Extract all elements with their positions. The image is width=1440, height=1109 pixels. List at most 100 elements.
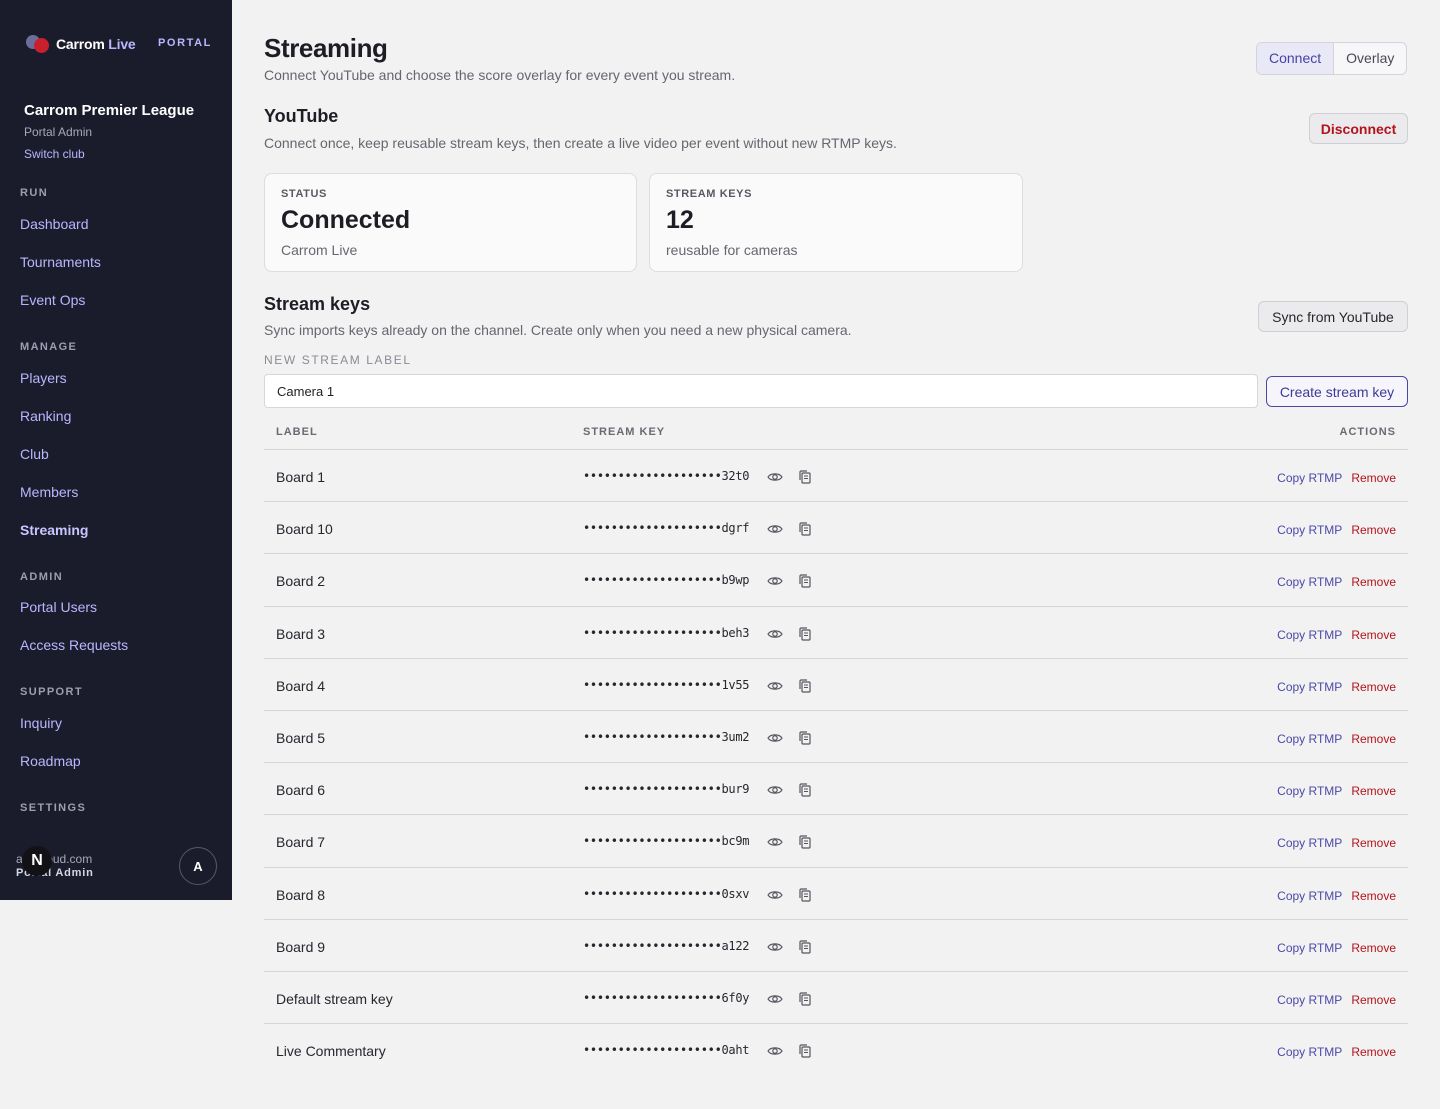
switch-club-link[interactable]: Switch club: [24, 147, 194, 161]
n-badge[interactable]: N: [22, 846, 52, 876]
sidebar-item-dashboard[interactable]: Dashboard: [20, 216, 89, 232]
sync-from-youtube-button[interactable]: Sync from YouTube: [1258, 301, 1408, 332]
eye-icon[interactable]: [766, 886, 784, 904]
copy-rtmp-link[interactable]: Copy RTMP: [1277, 575, 1342, 589]
copy-rtmp-link[interactable]: Copy RTMP: [1277, 889, 1342, 903]
sidebar-item-portal-users[interactable]: Portal Users: [20, 599, 97, 615]
sidebar-item-access-requests[interactable]: Access Requests: [20, 637, 128, 653]
remove-link[interactable]: Remove: [1351, 993, 1396, 1007]
remove-link[interactable]: Remove: [1351, 941, 1396, 955]
copy-icon[interactable]: [796, 938, 814, 956]
table-row: Live Commentary ••••••••••••••••••••0aht…: [264, 1024, 1408, 1076]
stream-label: Board 5: [276, 729, 326, 746]
brand-name: Carrom Live: [56, 36, 136, 52]
remove-link[interactable]: Remove: [1351, 1045, 1396, 1059]
eye-icon[interactable]: [766, 1042, 784, 1060]
table-row: Board 5 ••••••••••••••••••••3um2 Copy RT…: [264, 711, 1408, 764]
copy-icon[interactable]: [796, 677, 814, 695]
page-subtitle: Connect YouTube and choose the score ove…: [264, 67, 736, 83]
avatar[interactable]: A: [179, 847, 217, 885]
copy-rtmp-link[interactable]: Copy RTMP: [1277, 628, 1342, 642]
eye-icon[interactable]: [766, 729, 784, 747]
remove-link[interactable]: Remove: [1351, 784, 1396, 798]
club-name: Carrom Premier League: [24, 102, 195, 119]
club-block: Carrom Premier League Portal Admin Switc…: [24, 102, 194, 161]
eye-icon[interactable]: [766, 625, 784, 643]
eye-icon[interactable]: [766, 468, 784, 486]
remove-link[interactable]: Remove: [1351, 523, 1396, 537]
table-row: Default stream key ••••••••••••••••••••6…: [264, 972, 1408, 1025]
eye-icon[interactable]: [766, 938, 784, 956]
nav-section-settings: SETTINGS: [20, 802, 87, 814]
copy-rtmp-link[interactable]: Copy RTMP: [1277, 523, 1342, 537]
remove-link[interactable]: Remove: [1351, 471, 1396, 485]
row-actions: Copy RTMP Remove: [1277, 471, 1396, 485]
club-role: Portal Admin: [24, 125, 93, 139]
eye-icon[interactable]: [766, 520, 784, 538]
stream-key-masked: ••••••••••••••••••••1v55: [583, 677, 750, 692]
eye-icon[interactable]: [766, 990, 784, 1008]
stream-label: Board 8: [276, 886, 326, 903]
copy-rtmp-link[interactable]: Copy RTMP: [1277, 993, 1342, 1007]
copy-icon[interactable]: [796, 468, 814, 486]
eye-icon[interactable]: [766, 677, 784, 695]
copy-rtmp-link[interactable]: Copy RTMP: [1277, 732, 1342, 746]
sidebar-item-players[interactable]: Players: [20, 370, 67, 386]
remove-link[interactable]: Remove: [1351, 575, 1396, 589]
copy-icon[interactable]: [796, 886, 814, 904]
stream-keys-subtitle: Sync imports keys already on the channel…: [264, 322, 852, 338]
table-row: Board 8 ••••••••••••••••••••0sxv Copy RT…: [264, 868, 1408, 920]
eye-icon[interactable]: [766, 833, 784, 851]
copy-rtmp-link[interactable]: Copy RTMP: [1277, 784, 1342, 798]
row-actions: Copy RTMP Remove: [1277, 575, 1396, 589]
sidebar-item-roadmap[interactable]: Roadmap: [20, 753, 81, 769]
eye-icon[interactable]: [766, 781, 784, 799]
brand[interactable]: Carrom Live: [26, 33, 136, 55]
stream-key-masked: ••••••••••••••••••••dgrf: [583, 521, 750, 536]
copy-icon[interactable]: [796, 833, 814, 851]
sidebar-item-club[interactable]: Club: [20, 446, 49, 462]
copy-icon[interactable]: [796, 990, 814, 1008]
row-actions: Copy RTMP Remove: [1277, 628, 1396, 642]
copy-icon[interactable]: [796, 625, 814, 643]
tab-overlay[interactable]: Overlay: [1334, 43, 1406, 74]
copy-rtmp-link[interactable]: Copy RTMP: [1277, 836, 1342, 850]
remove-link[interactable]: Remove: [1351, 889, 1396, 903]
eye-icon[interactable]: [766, 572, 784, 590]
copy-rtmp-link[interactable]: Copy RTMP: [1277, 941, 1342, 955]
tab-connect[interactable]: Connect: [1257, 43, 1335, 74]
row-actions: Copy RTMP Remove: [1277, 993, 1396, 1007]
stream-keys-card: STREAM KEYS 12 reusable for cameras: [649, 173, 1023, 272]
stream-key-masked: ••••••••••••••••••••0aht: [583, 1043, 750, 1058]
remove-link[interactable]: Remove: [1351, 836, 1396, 850]
remove-link[interactable]: Remove: [1351, 680, 1396, 694]
stream-key-masked: ••••••••••••••••••••bc9m: [583, 834, 750, 849]
table-row: Board 4 ••••••••••••••••••••1v55 Copy RT…: [264, 659, 1408, 711]
sidebar-item-members[interactable]: Members: [20, 484, 78, 500]
disconnect-button[interactable]: Disconnect: [1309, 113, 1408, 144]
row-actions: Copy RTMP Remove: [1277, 523, 1396, 537]
sidebar-item-streaming[interactable]: Streaming: [20, 522, 88, 538]
stream-label: Board 6: [276, 782, 326, 799]
sidebar-item-event-ops[interactable]: Event Ops: [20, 292, 85, 308]
remove-link[interactable]: Remove: [1351, 732, 1396, 746]
copy-icon[interactable]: [796, 572, 814, 590]
sidebar-item-ranking[interactable]: Ranking: [20, 408, 71, 424]
stream-label: Default stream key: [276, 990, 393, 1007]
copy-icon[interactable]: [796, 520, 814, 538]
create-stream-key-button[interactable]: Create stream key: [1266, 376, 1408, 407]
remove-link[interactable]: Remove: [1351, 628, 1396, 642]
new-stream-label-input[interactable]: [264, 374, 1258, 408]
sidebar-item-tournaments[interactable]: Tournaments: [20, 254, 101, 270]
user-footer: a@icloud.com Portal Admin N A: [16, 846, 217, 886]
copy-rtmp-link[interactable]: Copy RTMP: [1277, 680, 1342, 694]
copy-icon[interactable]: [796, 729, 814, 747]
copy-icon[interactable]: [796, 781, 814, 799]
table-row: Board 1 ••••••••••••••••••••32t0 Copy RT…: [264, 450, 1408, 503]
table-body: Board 1 ••••••••••••••••••••32t0 Copy RT…: [264, 450, 1408, 1076]
stream-key-masked: ••••••••••••••••••••beh3: [583, 625, 750, 640]
copy-icon[interactable]: [796, 1042, 814, 1060]
copy-rtmp-link[interactable]: Copy RTMP: [1277, 1045, 1342, 1059]
sidebar-item-inquiry[interactable]: Inquiry: [20, 715, 62, 731]
copy-rtmp-link[interactable]: Copy RTMP: [1277, 471, 1342, 485]
